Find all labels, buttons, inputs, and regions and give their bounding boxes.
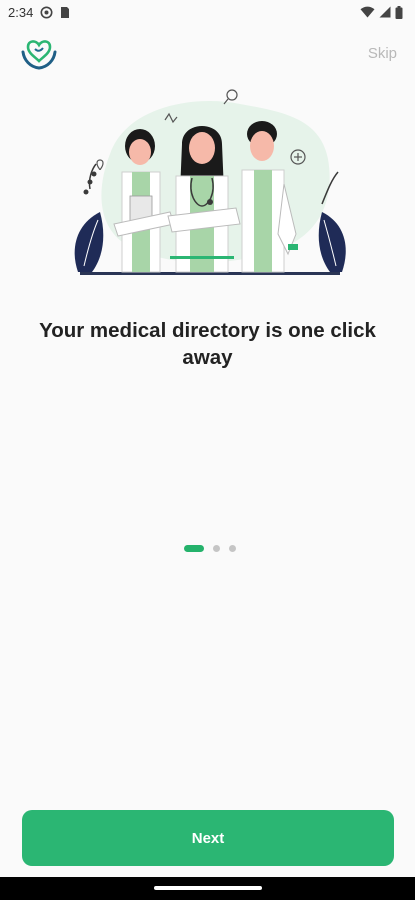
onboarding-headline: Your medical directory is one click away [39,319,376,369]
status-bar: 2:34 [0,0,415,24]
status-time: 2:34 [8,4,34,20]
page-dot-active [183,545,204,552]
battery-icon [395,5,403,19]
signal-icon [379,6,391,18]
doctors-team-illustration [70,84,350,284]
system-navigation-bar [0,877,415,900]
status-right [360,5,403,19]
settings-gear-icon [40,6,53,19]
home-gesture-handle[interactable] [154,886,262,890]
sim-card-icon [60,6,70,19]
page-indicator [0,545,415,552]
page-dot [228,545,236,552]
page-dot [212,545,220,552]
skip-button[interactable]: Skip [368,45,397,62]
status-left: 2:34 [8,5,70,20]
heart-hands-logo-icon [20,34,58,72]
next-button[interactable]: Next [22,810,394,866]
wifi-icon [360,6,375,18]
